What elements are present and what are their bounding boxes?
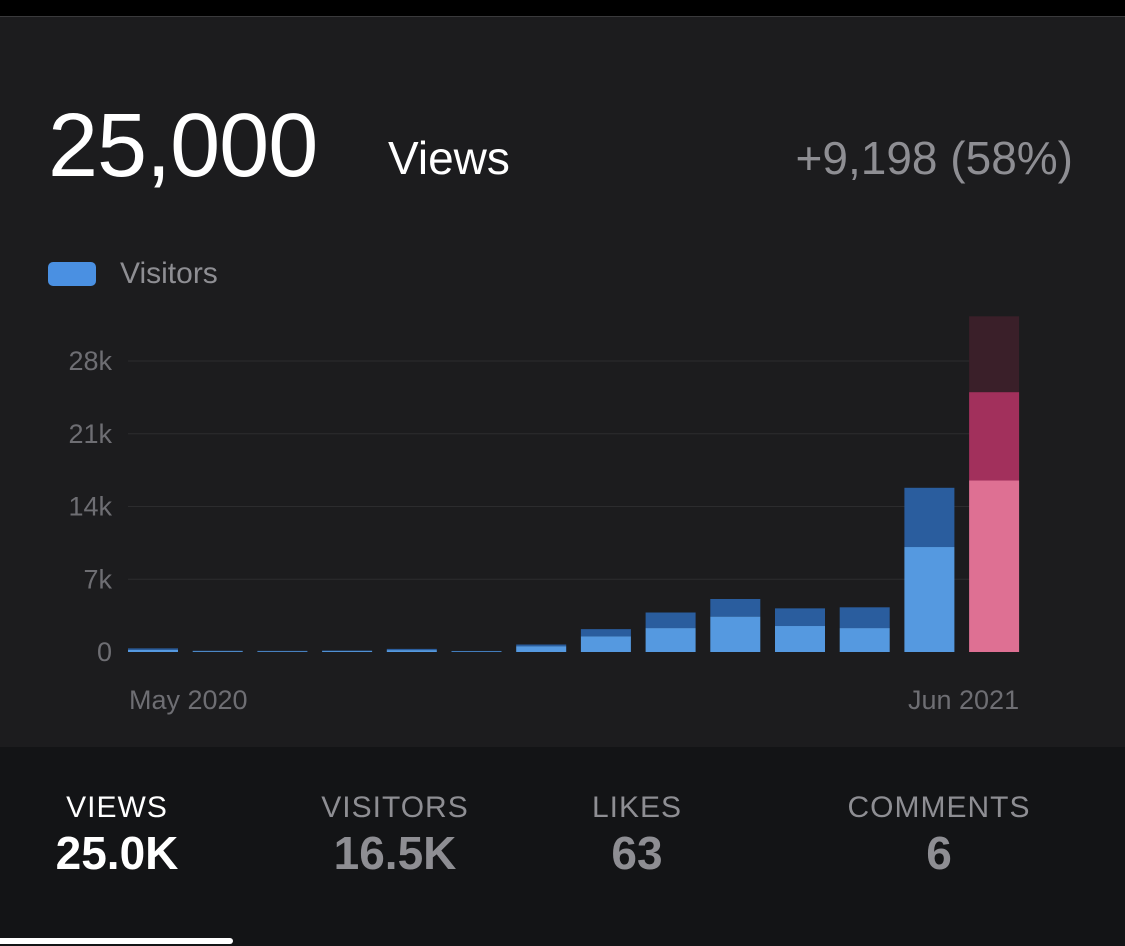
bar-visitors [969,481,1019,652]
bar-views [516,645,566,647]
tab-visitors-label: VISITORS [265,791,525,824]
tab-comments-value: 6 [809,828,1069,879]
bar-visitors [581,636,631,652]
tab-views-label: VIEWS [0,791,247,824]
bar-views [904,488,954,547]
bar-visitors [516,646,566,652]
bar-views [581,629,631,636]
bar-views [710,599,760,617]
y-tick-label: 14k [68,492,112,522]
bar-range [969,316,1019,392]
chart-legend[interactable]: Visitors [48,259,218,289]
stats-card: 25,000 Views +9,198 (58%) Visitors 0 7k 14… [0,16,1125,945]
views-chart[interactable]: 0 7k 14k 21k 28k May 2020 Jun 2021 [0,287,1125,727]
total-views-unit: Views [388,135,510,181]
y-tick-label: 7k [83,564,112,594]
y-tick-label: 21k [68,419,112,449]
tab-visitors-value: 16.5K [265,828,525,879]
y-tick-label: 0 [97,637,112,667]
bar-views [775,608,825,626]
views-change: +9,198 (58%) [796,135,1073,181]
bar-visitors [452,651,502,652]
bar-views [128,648,178,650]
bar-visitors [387,650,437,652]
tab-likes-label: LIKES [507,791,767,824]
bar-views [322,651,372,652]
tab-visitors[interactable]: VISITORS 16.5K [265,791,525,879]
bar-visitors [840,628,890,652]
tab-views-value: 25.0K [0,828,247,879]
bar-views [387,649,437,650]
tab-likes-value: 63 [507,828,767,879]
bar-visitors [904,547,954,652]
bar-visitors [322,651,372,652]
tab-likes[interactable]: LIKES 63 [507,791,767,879]
bar-visitors [193,651,243,652]
y-tick-label: 28k [68,346,112,376]
total-views-value: 25,000 [48,101,317,191]
active-tab-indicator [0,938,233,944]
bar-visitors [257,651,307,652]
x-tick-label: Jun 2021 [908,685,1019,715]
chart-svg: 0 7k 14k 21k 28k May 2020 Jun 2021 [0,287,1125,727]
bar-visitors [128,650,178,652]
tab-comments-label: COMMENTS [809,791,1069,824]
legend-swatch [48,262,96,286]
bar-views [840,607,890,628]
tab-comments[interactable]: COMMENTS 6 [809,791,1069,879]
x-tick-label: May 2020 [129,685,248,715]
bar-views [646,613,696,629]
legend-label: Visitors [120,257,218,291]
bar-visitors [775,626,825,652]
bar-views [969,392,1019,480]
tab-views[interactable]: VIEWS 25.0K [0,791,247,879]
bar-visitors [646,628,696,652]
stats-tabs: VIEWS 25.0K VISITORS 16.5K LIKES 63 COMM… [0,747,1125,946]
bar-visitors [710,617,760,652]
